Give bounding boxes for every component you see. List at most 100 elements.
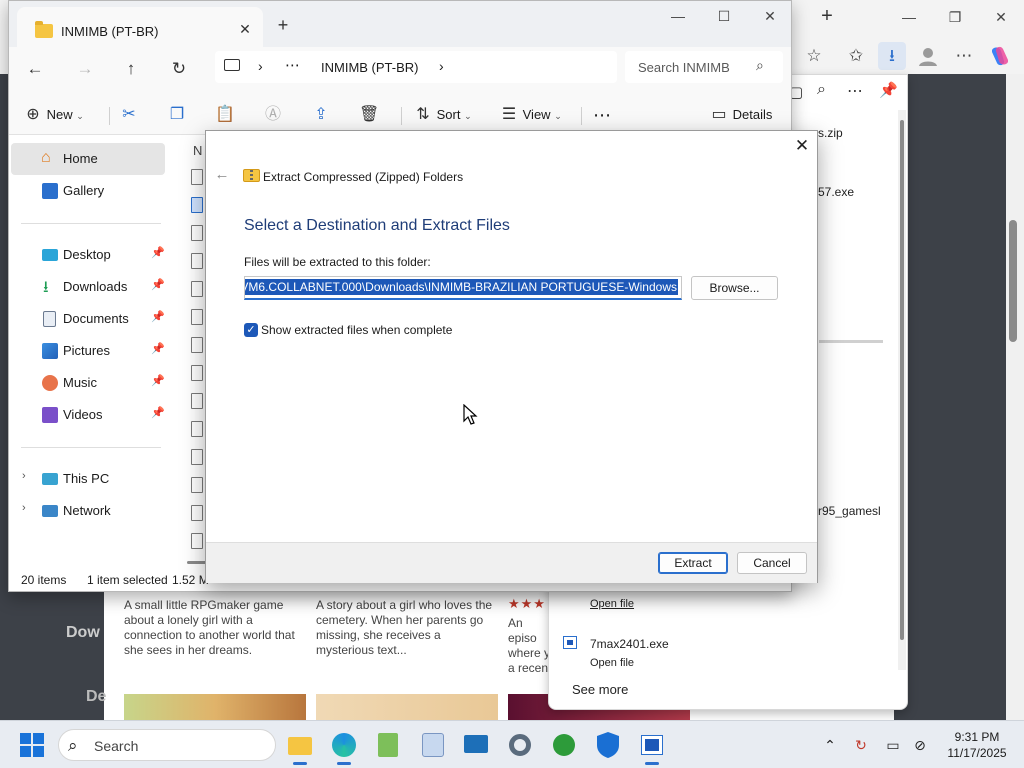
settings-gear-icon[interactable] bbox=[504, 729, 536, 761]
copy-button[interactable]: ❐ bbox=[167, 101, 187, 129]
pin-icon[interactable]: 📌 bbox=[151, 374, 165, 387]
file-icon[interactable] bbox=[191, 365, 203, 381]
favorites-icon[interactable]: ✩ bbox=[842, 42, 870, 70]
nav-item-home[interactable]: ⌂ Home bbox=[11, 143, 165, 175]
nav-item-videos[interactable]: Videos 📌 bbox=[11, 399, 165, 431]
download-item-zip[interactable]: s.zip bbox=[818, 126, 843, 140]
new-tab-button[interactable]: + bbox=[812, 4, 842, 28]
flyout-scrollbar-thumb[interactable] bbox=[900, 120, 904, 640]
add-tab-button[interactable]: + bbox=[271, 13, 295, 37]
browser-menu-icon[interactable]: ⋯ bbox=[950, 42, 978, 70]
downloads-icon[interactable]: ⭳ bbox=[878, 42, 906, 70]
pin-icon[interactable]: 📌 bbox=[151, 406, 165, 419]
file-icon[interactable] bbox=[191, 169, 203, 185]
notepad-taskbar-icon[interactable] bbox=[372, 729, 404, 761]
download-item-exe[interactable]: 57.exe bbox=[818, 185, 854, 199]
file-icon[interactable] bbox=[191, 309, 203, 325]
address-box[interactable]: › ⋯ INMIMB (PT-BR) › bbox=[215, 51, 617, 83]
chevron-up-icon[interactable]: ⌃ bbox=[820, 735, 840, 755]
back-arrow-icon[interactable]: ← bbox=[21, 55, 49, 83]
file-icon[interactable] bbox=[191, 197, 203, 213]
chevron-right-icon[interactable]: › bbox=[22, 470, 26, 482]
more-options-icon[interactable]: ⋯ bbox=[593, 101, 611, 129]
extract-wizard-taskbar-icon[interactable] bbox=[636, 729, 668, 765]
defender-shield-icon[interactable] bbox=[592, 729, 624, 761]
file-icon[interactable] bbox=[191, 477, 203, 493]
breadcrumb-chevron-icon[interactable]: › bbox=[258, 58, 263, 74]
close-tab-icon[interactable]: ✕ bbox=[235, 19, 255, 39]
view-button[interactable]: ☰ View ⌄ bbox=[499, 101, 562, 129]
search-input[interactable]: Search INMIMB ⌕ bbox=[625, 51, 783, 83]
app-taskbar-icon[interactable] bbox=[416, 729, 448, 761]
file-icon[interactable] bbox=[191, 449, 203, 465]
flyout-pin-icon[interactable]: 📌 bbox=[879, 81, 898, 99]
download-item-7max[interactable]: 7max2401.exe bbox=[590, 637, 669, 651]
profile-avatar-icon[interactable] bbox=[914, 42, 942, 70]
copilot-icon[interactable] bbox=[986, 42, 1014, 70]
file-icon[interactable] bbox=[191, 225, 203, 241]
browser-close-button[interactable]: ✕ bbox=[978, 4, 1024, 30]
browser-maximize-button[interactable]: ❐ bbox=[932, 4, 978, 30]
browse-button[interactable]: Browse... bbox=[691, 276, 778, 300]
file-icon[interactable] bbox=[191, 505, 203, 521]
paste-button[interactable]: 📋 bbox=[215, 101, 235, 129]
download-item-games[interactable]: r95_gamesl bbox=[818, 504, 881, 518]
forward-arrow-icon[interactable]: → bbox=[71, 55, 99, 83]
file-icon[interactable] bbox=[191, 421, 203, 437]
taskbar-search-input[interactable]: ⌕ Search bbox=[58, 729, 276, 761]
share-button[interactable]: ⇪ bbox=[311, 101, 331, 129]
cancel-button[interactable]: Cancel bbox=[737, 552, 807, 574]
game-card-description[interactable]: A story about a girl who loves the cemet… bbox=[316, 598, 496, 658]
system-clock[interactable]: 9:31 PM 11/17/2025 bbox=[940, 729, 1014, 761]
open-file-link[interactable]: Open file bbox=[590, 657, 634, 669]
nav-item-pictures[interactable]: Pictures 📌 bbox=[11, 335, 165, 367]
file-icon[interactable] bbox=[191, 337, 203, 353]
cut-button[interactable]: ✂ bbox=[119, 101, 139, 129]
nav-item-documents[interactable]: Documents 📌 bbox=[11, 303, 165, 335]
browser-minimize-button[interactable]: — bbox=[886, 4, 932, 30]
open-file-link[interactable]: Open file bbox=[590, 598, 634, 610]
destination-path-input[interactable]: C:\Users\VM6.COLLABNET.000\Downloads\INM… bbox=[244, 276, 682, 300]
pin-icon[interactable]: 📌 bbox=[151, 246, 165, 259]
extract-button[interactable]: Extract bbox=[658, 552, 728, 574]
nav-item-this-pc[interactable]: › This PC bbox=[11, 463, 165, 495]
up-arrow-icon[interactable]: ↑ bbox=[117, 55, 145, 83]
nav-item-music[interactable]: Music 📌 bbox=[11, 367, 165, 399]
network-status-icon[interactable]: ⊘ bbox=[910, 735, 930, 755]
flyout-search-icon[interactable]: ⌕ bbox=[817, 81, 826, 99]
game-card-description[interactable]: An episo where y a recent bbox=[508, 616, 552, 676]
explorer-close-button[interactable]: ✕ bbox=[747, 3, 793, 29]
game-thumbnail[interactable] bbox=[124, 694, 306, 720]
chevron-right-icon[interactable]: › bbox=[22, 502, 26, 514]
pin-icon[interactable]: 📌 bbox=[151, 342, 165, 355]
new-button[interactable]: ⊕ New ⌄ bbox=[23, 101, 84, 129]
utorrent-taskbar-icon[interactable] bbox=[548, 729, 580, 761]
file-icon[interactable] bbox=[191, 281, 203, 297]
column-header-name[interactable]: N bbox=[193, 143, 202, 158]
see-more-link[interactable]: See more bbox=[572, 682, 628, 697]
file-explorer-taskbar-icon[interactable] bbox=[284, 729, 316, 765]
update-refresh-icon[interactable]: ↻ bbox=[851, 735, 871, 755]
sort-button[interactable]: ⇅ Sort ⌄ bbox=[413, 101, 471, 129]
page-scrollbar[interactable] bbox=[1006, 74, 1024, 720]
file-icon[interactable] bbox=[191, 533, 203, 549]
show-files-checkbox[interactable]: ✓ bbox=[244, 323, 258, 337]
start-windows-icon[interactable] bbox=[16, 729, 48, 761]
breadcrumb-chevron-icon[interactable]: › bbox=[439, 58, 444, 74]
file-icon[interactable] bbox=[191, 253, 203, 269]
rename-button[interactable]: Ⓐ bbox=[263, 101, 283, 129]
explorer-tab[interactable]: INMIMB (PT-BR) ✕ bbox=[17, 7, 263, 47]
flyout-more-icon[interactable]: ⋯ bbox=[847, 81, 863, 101]
display-icon[interactable]: ▭ bbox=[883, 735, 903, 755]
game-thumbnail[interactable] bbox=[316, 694, 498, 720]
nav-item-desktop[interactable]: Desktop 📌 bbox=[11, 239, 165, 271]
delete-button[interactable]: 🗑 bbox=[359, 101, 379, 129]
page-scrollbar-thumb[interactable] bbox=[1009, 220, 1017, 342]
back-arrow-icon[interactable]: ← bbox=[212, 165, 232, 185]
details-button[interactable]: ▭ Details bbox=[709, 101, 772, 129]
nav-item-gallery[interactable]: Gallery bbox=[11, 175, 165, 207]
close-icon[interactable]: ✕ bbox=[792, 135, 812, 157]
monitor-app-taskbar-icon[interactable] bbox=[460, 729, 492, 761]
nav-item-downloads[interactable]: ⭳ Downloads 📌 bbox=[11, 271, 165, 303]
nav-item-network[interactable]: › Network bbox=[11, 495, 165, 527]
